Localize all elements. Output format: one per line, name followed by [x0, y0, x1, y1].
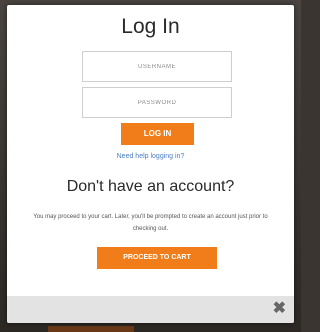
- modal-title: Log In: [121, 15, 180, 38]
- modal-footer: ✖: [7, 296, 294, 323]
- no-account-heading: Don't have an account?: [66, 178, 235, 195]
- proceed-description: You may proceed to your cart. Later, you…: [33, 214, 268, 232]
- username-input[interactable]: [82, 51, 232, 82]
- password-input[interactable]: [82, 87, 232, 118]
- login-button[interactable]: LOG IN: [121, 123, 194, 145]
- login-modal: Log In LOG IN Need help logging in? Don'…: [7, 5, 294, 323]
- help-login-link[interactable]: Need help logging in?: [7, 153, 294, 160]
- backdrop-element: [48, 326, 134, 332]
- close-icon[interactable]: ✖: [273, 300, 286, 318]
- proceed-to-cart-button[interactable]: PROCEED TO CART: [97, 247, 217, 269]
